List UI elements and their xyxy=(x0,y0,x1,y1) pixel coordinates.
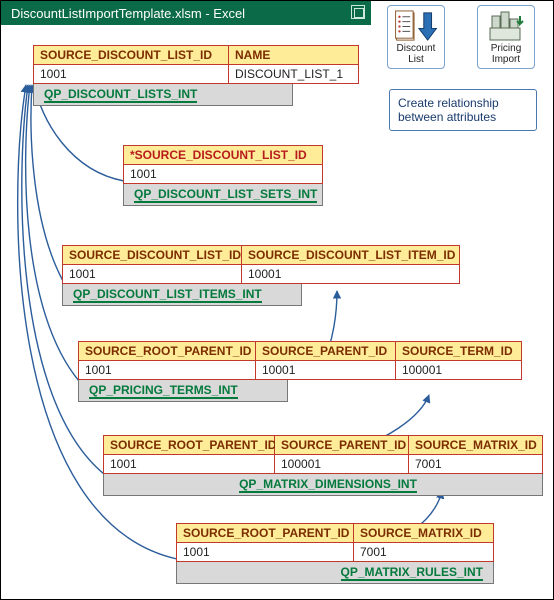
callout-line2: between attributes xyxy=(398,110,496,124)
col-header: SOURCE_DISCOUNT_LIST_ID xyxy=(33,45,229,65)
pricing-import-button[interactable]: PricingImport xyxy=(477,5,535,69)
col-header: NAME xyxy=(229,45,359,65)
table-pricing-terms: SOURCE_ROOT_PARENT_ID SOURCE_PARENT_ID S… xyxy=(78,341,522,402)
table-discount-list-items: SOURCE_DISCOUNT_LIST_ID SOURCE_DISCOUNT_… xyxy=(62,245,460,306)
callout-line1: Create relationship xyxy=(398,96,499,110)
cell[interactable]: 1001 xyxy=(33,65,229,84)
cell[interactable]: 1001 xyxy=(62,265,242,284)
sheet-tab[interactable]: QP_DISCOUNT_LIST_ITEMS_INT xyxy=(73,287,262,303)
col-header: SOURCE_PARENT_ID xyxy=(275,435,409,455)
pricing-import-icon xyxy=(486,10,526,44)
col-header: SOURCE_DISCOUNT_LIST_ID xyxy=(62,245,242,265)
col-header: SOURCE_ROOT_PARENT_ID xyxy=(176,523,354,543)
relationship-callout: Create relationship between attributes xyxy=(389,89,537,131)
cell[interactable]: 1001 xyxy=(176,543,354,562)
sheet-tab[interactable]: QP_MATRIX_DIMENSIONS_INT xyxy=(239,477,417,493)
table-discount-lists: SOURCE_DISCOUNT_LIST_ID NAME 1001 DISCOU… xyxy=(33,45,359,106)
window-titlebar: DiscountListImportTemplate.xlsm - Excel xyxy=(1,1,371,25)
sheet-tab[interactable]: QP_DISCOUNT_LISTS_INT xyxy=(44,87,197,103)
cell[interactable]: DISCOUNT_LIST_1 xyxy=(229,65,359,84)
sheet-tab[interactable]: QP_DISCOUNT_LIST_SETS_INT xyxy=(134,187,317,203)
cell[interactable]: 1001 xyxy=(103,455,275,474)
restore-icon[interactable] xyxy=(351,5,365,19)
cell[interactable]: 7001 xyxy=(354,543,494,562)
col-header: SOURCE_TERM_ID xyxy=(396,341,522,361)
col-header: SOURCE_DISCOUNT_LIST_ITEM_ID xyxy=(242,245,460,265)
discount-list-label: Discount List xyxy=(388,44,444,65)
discount-list-icon xyxy=(394,9,438,44)
table-matrix-rules: SOURCE_ROOT_PARENT_ID SOURCE_MATRIX_ID 1… xyxy=(176,523,494,584)
pricing-import-label-2: Import xyxy=(492,54,520,65)
col-header: SOURCE_MATRIX_ID xyxy=(354,523,494,543)
sheet-tab[interactable]: QP_PRICING_TERMS_INT xyxy=(89,383,238,399)
col-header: SOURCE_ROOT_PARENT_ID xyxy=(103,435,275,455)
discount-list-button[interactable]: Discount List xyxy=(387,5,445,69)
col-header: *SOURCE_DISCOUNT_LIST_ID xyxy=(123,145,323,165)
table-discount-list-sets: *SOURCE_DISCOUNT_LIST_ID 1001 QP_DISCOUN… xyxy=(123,145,323,206)
cell[interactable]: 10001 xyxy=(242,265,460,284)
cell[interactable]: 1001 xyxy=(78,361,256,380)
cell[interactable]: 100001 xyxy=(396,361,522,380)
sheet-tab[interactable]: QP_MATRIX_RULES_INT xyxy=(341,565,483,581)
cell[interactable]: 1001 xyxy=(123,165,323,184)
window-title: DiscountListImportTemplate.xlsm - Excel xyxy=(11,6,245,21)
cell[interactable]: 10001 xyxy=(256,361,396,380)
col-header: SOURCE_PARENT_ID xyxy=(256,341,396,361)
cell[interactable]: 100001 xyxy=(275,455,409,474)
table-matrix-dimensions: SOURCE_ROOT_PARENT_ID SOURCE_PARENT_ID S… xyxy=(103,435,543,496)
col-header: SOURCE_ROOT_PARENT_ID xyxy=(78,341,256,361)
cell[interactable]: 7001 xyxy=(409,455,543,474)
pricing-import-label-1: Pricing xyxy=(491,43,522,54)
col-header: SOURCE_MATRIX_ID xyxy=(409,435,543,455)
